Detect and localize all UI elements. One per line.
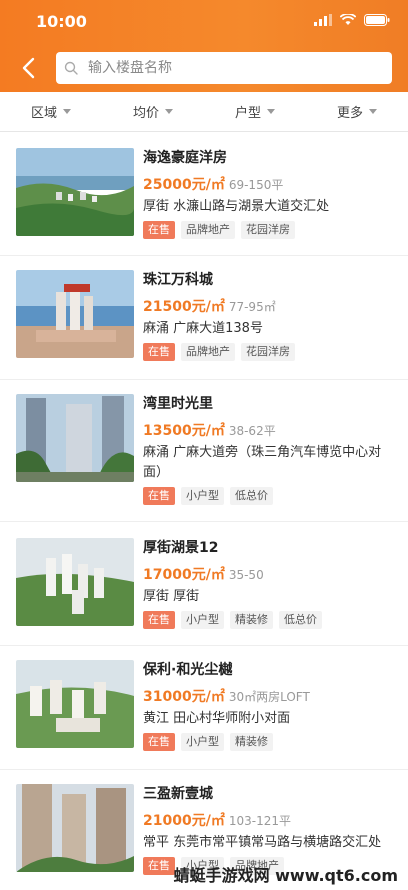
- listing-photo: [16, 538, 134, 626]
- search-input[interactable]: [88, 60, 368, 76]
- listing-tag: 小户型: [181, 487, 224, 505]
- listing-name: 三盈新壹城: [143, 786, 213, 802]
- caret-down-icon: [165, 109, 173, 114]
- listing-area: 35-50: [228, 568, 264, 582]
- status-badge: 在售: [143, 221, 175, 239]
- listing-area: 38-62平: [228, 424, 276, 438]
- listing-name: 湾里时光里: [143, 396, 213, 412]
- listing-price: 21000元/㎡: [143, 813, 225, 829]
- filter-layout[interactable]: 户型: [204, 92, 306, 131]
- listing-price: 13500元/㎡: [143, 423, 225, 439]
- listing-price: 31000元/㎡: [143, 689, 225, 705]
- listing-area: 103-121平: [228, 814, 291, 828]
- listing-photo: [16, 394, 134, 482]
- listing-photo: [16, 784, 134, 872]
- listing-item[interactable]: 保利·和光尘樾 31000元/㎡ 30㎡两房LOFT 黄江 田心村华师附小对面 在…: [0, 646, 408, 770]
- filter-label: 户型: [234, 106, 261, 121]
- listing-price: 25000元/㎡: [143, 177, 225, 193]
- filter-label: 区域: [30, 106, 57, 121]
- wifi-icon: [340, 14, 356, 25]
- listing-item[interactable]: 厚街湖景12 17000元/㎡ 35-50 厚街 厚街 在售 小户型 精装修 低总…: [0, 522, 408, 646]
- listing-price: 17000元/㎡: [143, 567, 225, 583]
- status-badge: 在售: [143, 857, 175, 875]
- listing-name: 海逸豪庭洋房: [143, 150, 227, 166]
- status-badge: 在售: [143, 343, 175, 361]
- app-header: 10:00: [0, 0, 408, 92]
- listing-tag: 低总价: [279, 611, 322, 629]
- listing-tag: 花园洋房: [241, 343, 295, 361]
- signal-icon: [314, 14, 332, 26]
- status-time: 10:00: [36, 12, 87, 31]
- caret-down-icon: [63, 109, 71, 114]
- listing-photo: [16, 660, 134, 748]
- status-badge: 在售: [143, 487, 175, 505]
- listing-tag: 品牌地产: [181, 343, 235, 361]
- listing-item[interactable]: 珠江万科城 21500元/㎡ 77-95㎡ 麻涌 广麻大道138号 在售 品牌地产…: [0, 256, 408, 380]
- caret-down-icon: [267, 109, 275, 114]
- listing-tag: 品牌地产: [181, 221, 235, 239]
- back-button[interactable]: [14, 54, 42, 82]
- listing-item[interactable]: 湾里时光里 13500元/㎡ 38-62平 麻涌 广麻大道旁（珠三角汽车博览中心对…: [0, 380, 408, 522]
- caret-down-icon: [369, 109, 377, 114]
- listing-name: 厚街湖景12: [143, 540, 219, 556]
- watermark: 蜻蜓手游戏网 www.qt6.com: [173, 866, 398, 885]
- listing-area: 30㎡两房LOFT: [228, 690, 310, 704]
- chevron-left-icon: [22, 57, 35, 79]
- filter-region[interactable]: 区域: [0, 92, 102, 131]
- listing-address: 厚街 厚街: [143, 589, 200, 604]
- listing-area: 69-150平: [228, 178, 284, 192]
- listing-address: 麻涌 广麻大道旁（珠三角汽车博览中心对面）: [143, 445, 382, 480]
- listing-item[interactable]: 海逸豪庭洋房 25000元/㎡ 69-150平 厚街 水濂山路与湖景大道交汇处 在…: [0, 132, 408, 256]
- listing-name: 保利·和光尘樾: [143, 662, 233, 678]
- listing-photo: [16, 270, 134, 358]
- filter-price[interactable]: 均价: [102, 92, 204, 131]
- listing-tag: 精装修: [230, 611, 273, 629]
- listing-address: 黄江 田心村华师附小对面: [143, 711, 291, 726]
- listing-area: 77-95㎡: [228, 300, 276, 314]
- listing-address: 常平 东莞市常平镇常马路与横塘路交汇处: [143, 835, 382, 850]
- filter-label: 更多: [336, 106, 363, 121]
- listing-tag: 花园洋房: [241, 221, 295, 239]
- status-badge: 在售: [143, 611, 175, 629]
- listing-photo: [16, 148, 134, 236]
- listing-tag: 精装修: [230, 733, 273, 751]
- listing-tag: 小户型: [181, 611, 224, 629]
- filter-more[interactable]: 更多: [306, 92, 408, 131]
- listing-name: 珠江万科城: [143, 272, 213, 288]
- search-box[interactable]: [56, 52, 392, 84]
- listing-address: 厚街 水濂山路与湖景大道交汇处: [143, 199, 330, 214]
- listing-tag: 低总价: [230, 487, 273, 505]
- filter-bar: 区域 均价 户型 更多: [0, 92, 408, 132]
- battery-icon: [364, 14, 390, 26]
- filter-label: 均价: [132, 106, 159, 121]
- status-icons: [314, 14, 390, 26]
- listing-address: 麻涌 广麻大道138号: [143, 321, 263, 336]
- listing-price: 21500元/㎡: [143, 299, 225, 315]
- listing-tag: 小户型: [181, 733, 224, 751]
- search-icon: [64, 61, 78, 75]
- status-badge: 在售: [143, 733, 175, 751]
